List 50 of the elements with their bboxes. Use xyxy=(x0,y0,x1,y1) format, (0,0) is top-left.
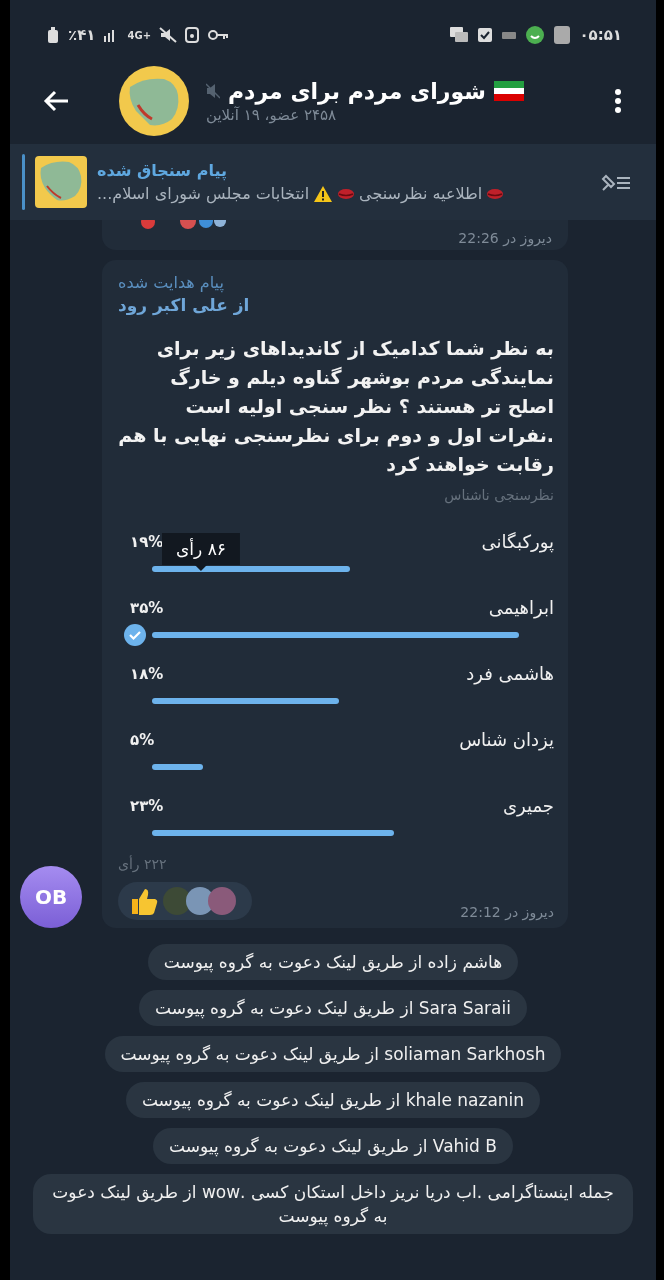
poll-option[interactable]: پورکبگانی xyxy=(481,531,554,552)
chat-icon xyxy=(449,26,470,44)
vote-bar xyxy=(152,764,204,770)
member-count: ۲۴۵۸ عضو، ۱۹ آنلاین xyxy=(206,105,337,124)
forwarded-label: پیام هدایت شده xyxy=(118,272,224,294)
pinned-label: پیام سنجاق شده xyxy=(97,161,227,180)
service-message: khale nazanin از طریق لینک دعوت به گروه پیوست xyxy=(125,1082,541,1118)
poll-option[interactable]: هاشمی فرد xyxy=(466,663,554,684)
group-title: شورای مردم برای مردم xyxy=(228,78,486,104)
vote-percent: ۱۹% xyxy=(130,532,164,551)
battery-level: ٪۴۱ xyxy=(68,26,96,44)
service-message: Vahid B از طریق لینک دعوت به گروه پیوست xyxy=(153,1128,513,1164)
more-icon xyxy=(614,88,622,114)
message-time: دیروز در 22:26 xyxy=(458,230,552,246)
service-message: هاشم زاده از طریق لینک دعوت به گروه پیوست xyxy=(147,944,519,980)
poll-option[interactable]: ابراهیمی xyxy=(488,597,554,618)
back-arrow-icon xyxy=(42,89,70,113)
vote-count-tooltip: ۸۶ رأی xyxy=(162,533,240,571)
pinned-thumbnail xyxy=(35,156,87,208)
group-avatar[interactable] xyxy=(118,65,190,137)
vote-percent: ۲۳% xyxy=(130,796,164,815)
smiley-app-icon xyxy=(525,25,546,45)
poll-option[interactable]: یزدان شناس xyxy=(459,729,554,750)
pinned-preview: اطلاعیه نظرسنجی xyxy=(359,184,483,203)
service-message: جمله اینستاگرامی .اب دریا نریز داخل استکان کسی .wow از طریق لینک دعوت به گروه پیوست xyxy=(33,1174,633,1234)
total-votes: ۲۲۲ رأی xyxy=(118,856,167,872)
message-time: دیروز در 22:12 xyxy=(460,904,554,920)
network-type: 4G+ xyxy=(127,29,151,41)
warning-icon xyxy=(313,184,334,203)
key-icon xyxy=(207,29,229,41)
clock: ۰۵:۵۱ xyxy=(579,26,622,44)
checkbox-icon xyxy=(477,27,494,43)
gallery-app-icon xyxy=(553,25,572,45)
poll-option[interactable]: جمیری xyxy=(503,795,554,816)
vote-percent: ۵% xyxy=(130,730,155,749)
lock-icon xyxy=(185,27,199,43)
service-message: Sara Saraii از طریق لینک دعوت به گروه پیوست xyxy=(139,990,527,1026)
poll-type: نظرسنجی ناشناس xyxy=(443,487,554,503)
service-message: soliaman Sarkhosh از طریق لینک دعوت به گروه پیوست xyxy=(104,1036,562,1072)
reactions-button[interactable] xyxy=(118,882,252,920)
poll-question: به نظر شما کدامیک از کاندیداهای زیر برای نمایندگی مردم بوشهر گناوه دیلم و خارگ اصلح تر هستند ؟ نظر سنجی اولیه است .نفرات اول و دوم برای نظرسنجی نهایی با هم رقابت خواهند کرد xyxy=(118,336,554,478)
forwarded-from-link[interactable]: از علی اکبر رود xyxy=(118,294,250,316)
app-icon xyxy=(501,29,518,41)
mute-icon xyxy=(159,27,177,43)
iran-flag-icon xyxy=(493,81,524,101)
vote-percent: ۱۸% xyxy=(130,664,164,683)
vote-percent: ۳۵% xyxy=(130,598,164,617)
sender-avatar[interactable]: OB xyxy=(20,866,82,928)
pinned-preview: انتخابات مجلس شورای اسلام... xyxy=(97,184,310,203)
battery-saver-icon xyxy=(46,26,60,44)
